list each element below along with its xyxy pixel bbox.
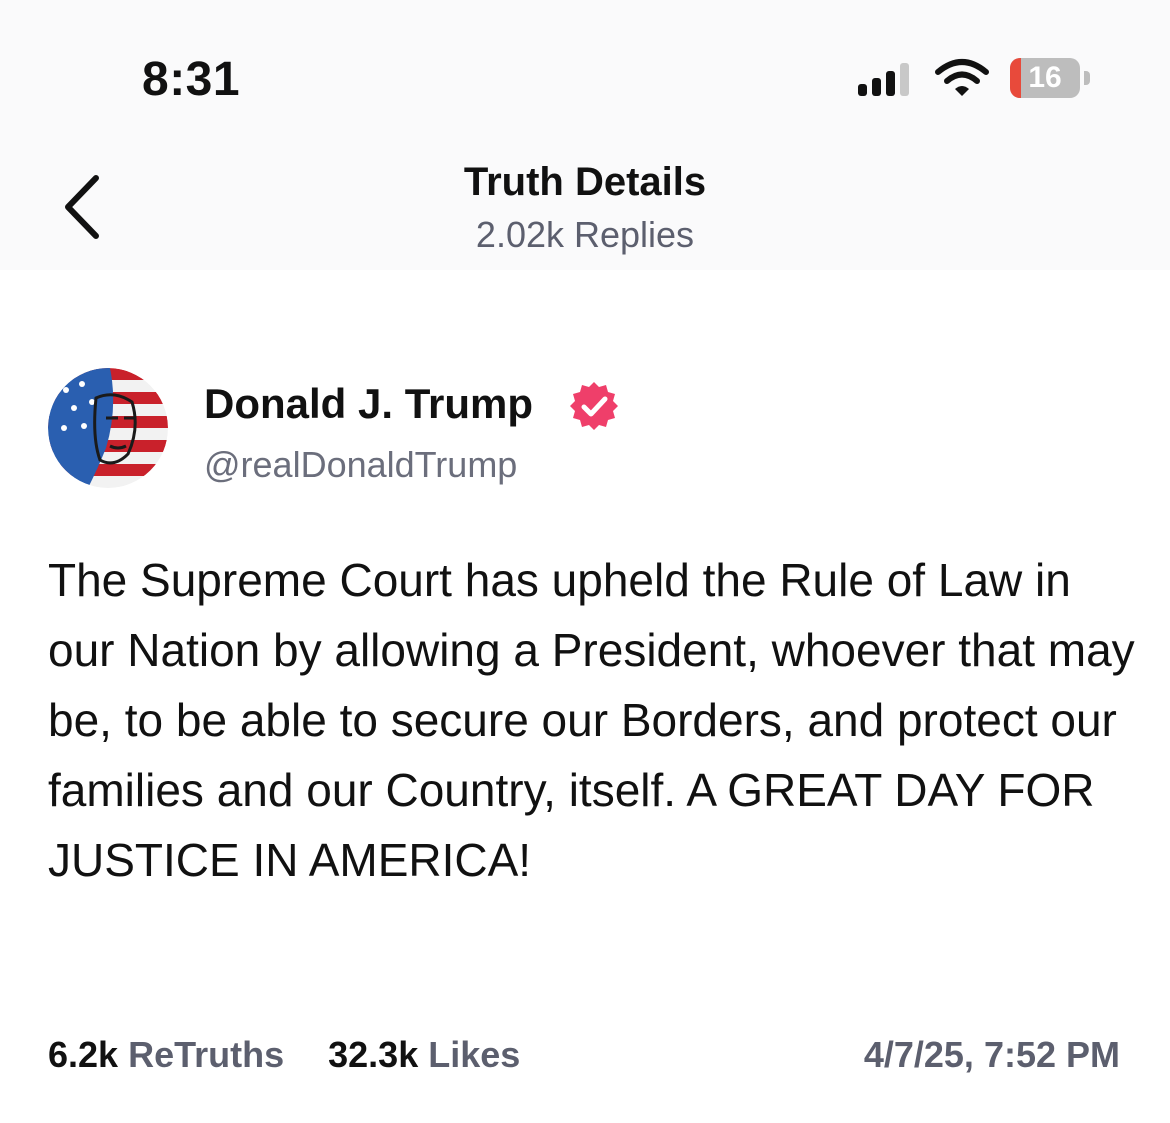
battery-icon: 16 [1010,58,1096,100]
author-handle[interactable]: @realDonaldTrump [204,444,517,486]
post-timestamp: 4/7/25, 7:52 PM [863,1034,1120,1075]
retruths-count: 6.2k [48,1034,119,1075]
author-name[interactable]: Donald J. Trump [204,380,533,428]
page-title: Truth Details [463,160,707,204]
verified-badge-icon [570,382,618,430]
wifi-icon [935,59,989,96]
post-body: The Supreme Court has upheld the Rule of… [48,554,1135,886]
retruths-stat[interactable]: 6.2k ReTruths [48,1034,284,1076]
replies-count[interactable]: 2.02k Replies [0,214,1170,256]
status-time: 8:31 [142,53,241,106]
retruths-label: ReTruths [128,1034,285,1075]
post-stats: 6.2k ReTruths 32.3k Likes [48,1034,554,1076]
signal-icon [858,63,909,96]
likes-count: 32.3k [328,1034,419,1075]
page-header: Truth Details 2.02k Replies [0,150,1170,270]
likes-label: Likes [428,1034,521,1075]
likes-stat[interactable]: 32.3k Likes [328,1034,520,1076]
avatar[interactable] [48,368,168,488]
status-bar: 8:31 16 [0,0,1170,150]
battery-level: 16 [1028,61,1062,94]
